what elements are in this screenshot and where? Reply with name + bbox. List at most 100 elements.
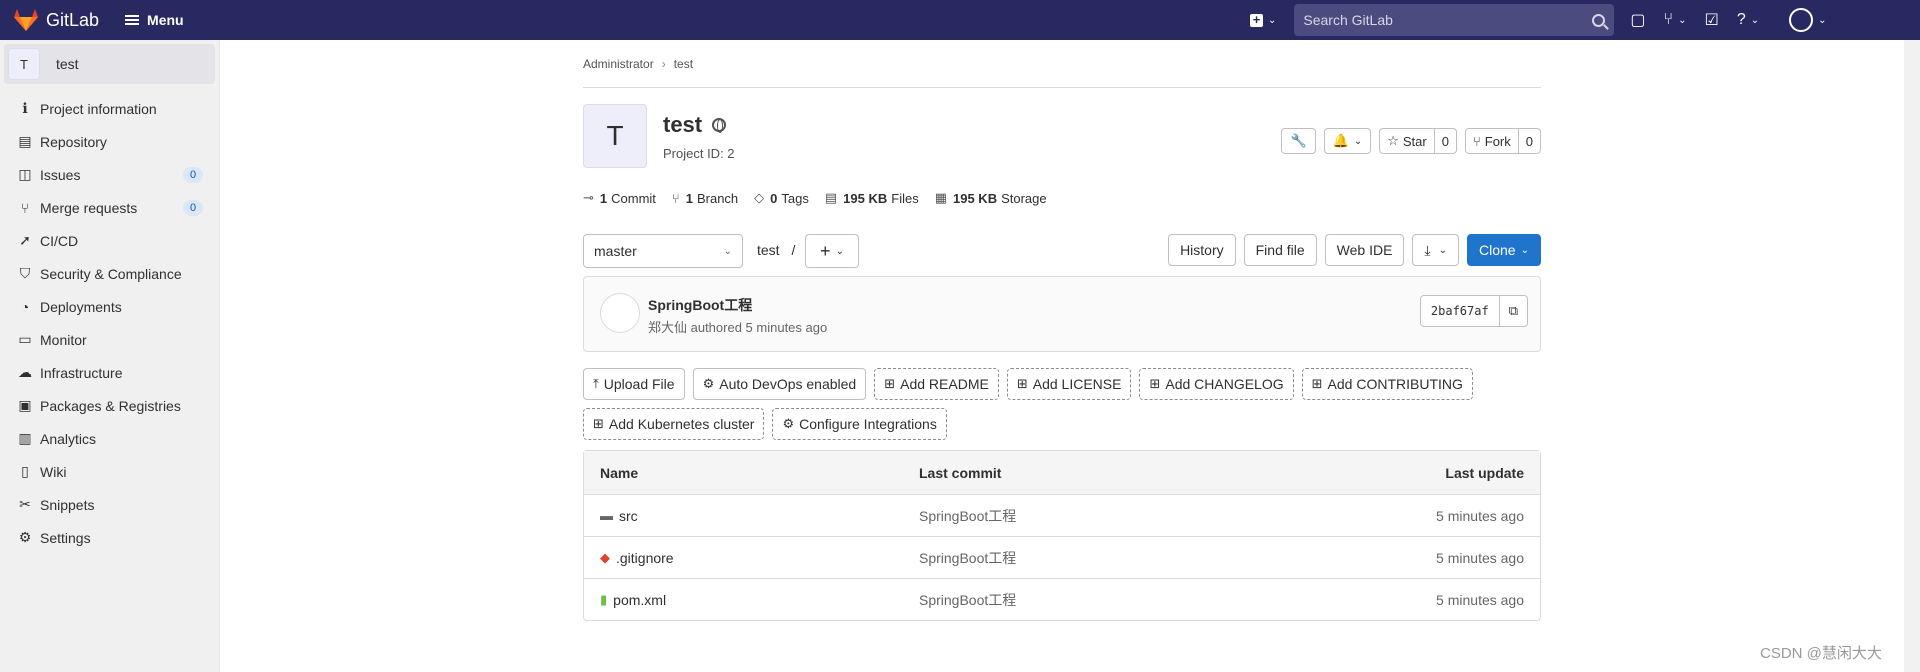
download-icon: ⤓ bbox=[1424, 241, 1431, 258]
find-file-button[interactable]: Find file bbox=[1243, 234, 1317, 266]
star-icon: ☆ bbox=[1387, 133, 1399, 148]
sidebar-item-security-compliance[interactable]: ⛉ Security & Compliance bbox=[0, 257, 219, 290]
table-row[interactable]: ◆ .gitignore SpringBoot工程 5 minutes ago bbox=[584, 536, 1540, 578]
stat-storage[interactable]: ▦ 195 KB Storage bbox=[935, 190, 1047, 206]
project-title: test bbox=[663, 112, 727, 138]
menu-button[interactable]: Menu bbox=[125, 12, 184, 28]
configure-integrations-button[interactable]: ⚙ Configure Integrations bbox=[772, 408, 947, 440]
stat-label: Storage bbox=[1001, 190, 1047, 206]
quick-action-label: Configure Integrations bbox=[799, 416, 937, 432]
add-readme-button[interactable]: ⊞ Add README bbox=[874, 368, 999, 400]
sidebar-item-infrastructure[interactable]: ☁ Infrastructure bbox=[0, 356, 219, 389]
file-icon: ▤ bbox=[824, 190, 838, 205]
issues-icon[interactable]: ▢ bbox=[1630, 10, 1645, 30]
plus-square-icon: + bbox=[1250, 13, 1263, 27]
count-badge: 0 bbox=[183, 200, 203, 216]
tree-controls: master ⌄ test / + ⌄ History Find file We… bbox=[583, 220, 1541, 276]
chevron-down-icon: ⌄ bbox=[835, 245, 844, 257]
web-ide-button[interactable]: Web IDE bbox=[1324, 234, 1405, 266]
search-icon bbox=[1592, 13, 1606, 27]
table-row[interactable]: ▮ pom.xml SpringBoot工程 5 minutes ago bbox=[584, 578, 1540, 620]
watermark: CSDN @慧闲大大 bbox=[1760, 645, 1882, 662]
file-name-link[interactable]: pom.xml bbox=[613, 592, 666, 608]
star-button[interactable]: ☆ Star bbox=[1380, 129, 1435, 153]
commit-title[interactable]: SpringBoot工程 bbox=[648, 295, 752, 315]
commit-icon: ⊸ bbox=[583, 190, 594, 205]
download-dropdown[interactable]: ⤓ ⌄ bbox=[1412, 234, 1460, 266]
upload-file-button[interactable]: ⤒ Upload File bbox=[583, 368, 685, 400]
plus-square-icon: ⊞ bbox=[1016, 376, 1028, 391]
breadcrumb-item-administrator[interactable]: Administrator bbox=[583, 57, 654, 71]
add-to-tree-dropdown[interactable]: + ⌄ bbox=[805, 234, 859, 268]
file-name-link[interactable]: .gitignore bbox=[616, 550, 674, 566]
stat-tags[interactable]: ◇ 0 Tags bbox=[754, 190, 809, 206]
breadcrumb-item-project[interactable]: test bbox=[674, 57, 693, 71]
fork-count[interactable]: 0 bbox=[1519, 129, 1540, 153]
path-root[interactable]: test bbox=[757, 242, 780, 258]
globe-icon bbox=[712, 118, 727, 133]
chevron-down-icon: ⌄ bbox=[723, 245, 732, 257]
sidebar-item-settings[interactable]: ⚙ Settings bbox=[0, 521, 219, 554]
todo-icon[interactable]: ☑ bbox=[1705, 10, 1719, 30]
repo-path: test / bbox=[757, 242, 795, 258]
fork-button[interactable]: ⑂ Fork bbox=[1466, 129, 1519, 153]
page-scrollbar[interactable] bbox=[1904, 40, 1920, 672]
rocket-icon: ➚ bbox=[19, 232, 31, 248]
sidebar-item-merge-requests[interactable]: ⑂ Merge requests 0 bbox=[0, 191, 219, 224]
stat-commit[interactable]: ⊸ 1 Commit bbox=[583, 190, 656, 206]
gitlab-home-link[interactable]: GitLab bbox=[14, 0, 99, 40]
quick-action-label: Add LICENSE bbox=[1032, 376, 1122, 392]
auto-devops-enabled-button[interactable]: ⚙ Auto DevOps enabled bbox=[692, 368, 867, 400]
add-changelog-button[interactable]: ⊞ Add CHANGELOG bbox=[1139, 368, 1294, 400]
project-settings-button[interactable]: 🔧 bbox=[1281, 128, 1316, 154]
user-avatar bbox=[1789, 8, 1814, 32]
main-content: Administrator › test T test Project ID: … bbox=[583, 40, 1541, 621]
monitor-icon: ▭ bbox=[18, 331, 32, 347]
sidebar-item-project-information[interactable]: ℹ Project information bbox=[0, 92, 219, 125]
copy-sha-button[interactable]: ⧉ bbox=[1500, 296, 1527, 326]
notifications-dropdown[interactable]: 🔔 ⌄ bbox=[1323, 128, 1372, 154]
stat-label: Tags bbox=[781, 190, 809, 206]
sidebar-item-monitor[interactable]: ▭ Monitor bbox=[0, 323, 219, 356]
sidebar-item-wiki[interactable]: ▯ Wiki bbox=[0, 455, 219, 488]
project-stats: ⊸ 1 Commit ⑂ 1 Branch ◇ 0 Tags ▤ 195 KB Files ▦ 195 K… bbox=[583, 180, 1541, 216]
history-button[interactable]: History bbox=[1168, 234, 1236, 266]
table-row[interactable]: ▬ src SpringBoot工程 5 minutes ago bbox=[584, 494, 1540, 536]
sidebar-item-packages-registries[interactable]: ▣ Packages & Registries bbox=[0, 389, 219, 422]
merge-requests-dropdown[interactable]: ⑂ ⌄ bbox=[1664, 11, 1687, 29]
file-last-commit-link[interactable]: SpringBoot工程 bbox=[919, 506, 1016, 526]
sidebar-item-analytics[interactable]: ▥ Analytics bbox=[0, 422, 219, 455]
add-license-button[interactable]: ⊞ Add LICENSE bbox=[1006, 368, 1132, 400]
new-dropdown[interactable]: + ⌄ bbox=[1250, 13, 1276, 27]
file-last-commit-link[interactable]: SpringBoot工程 bbox=[919, 590, 1016, 610]
add-kubernetes-cluster-button[interactable]: ⊞ Add Kubernetes cluster bbox=[583, 408, 765, 440]
sidebar-item-ci-cd[interactable]: ➚ CI/CD bbox=[0, 224, 219, 257]
branch-selector[interactable]: master ⌄ bbox=[583, 234, 743, 268]
sidebar-item-repository[interactable]: ▤ Repository bbox=[0, 125, 219, 158]
stat-branch[interactable]: ⑂ 1 Branch bbox=[672, 191, 738, 206]
add-contributing-button[interactable]: ⊞ Add CONTRIBUTING bbox=[1301, 368, 1473, 400]
sidebar-item-snippets[interactable]: ✂ Snippets bbox=[0, 488, 219, 521]
package-icon: ▣ bbox=[18, 397, 32, 413]
commit-author-avatar[interactable] bbox=[600, 293, 640, 333]
star-count[interactable]: 0 bbox=[1435, 129, 1456, 153]
help-dropdown[interactable]: ? ⌄ bbox=[1737, 11, 1759, 29]
sidebar-item-deployments[interactable]: ◔ Deployments bbox=[0, 290, 219, 323]
merge-icon: ⑂ bbox=[1663, 11, 1674, 28]
chevron-right-icon: › bbox=[661, 56, 666, 71]
search-input[interactable]: Search GitLab bbox=[1294, 4, 1615, 36]
quick-action-label: Add README bbox=[900, 376, 989, 392]
stat-value: 0 bbox=[770, 190, 778, 206]
clone-dropdown[interactable]: Clone ⌄ bbox=[1467, 234, 1541, 266]
file-last-commit-link[interactable]: SpringBoot工程 bbox=[919, 548, 1016, 568]
sidebar-project-context[interactable]: T test bbox=[4, 44, 215, 84]
file-name-link[interactable]: src bbox=[619, 508, 638, 524]
user-dropdown[interactable]: ⌄ bbox=[1777, 8, 1827, 32]
sidebar-item-label: Wiki bbox=[40, 463, 67, 480]
clone-label: Clone bbox=[1479, 242, 1516, 258]
stat-files[interactable]: ▤ 195 KB Files bbox=[825, 190, 919, 206]
project-id: Project ID: 2 bbox=[663, 146, 735, 161]
commit-sha[interactable]: 2baf67af bbox=[1421, 296, 1500, 326]
sidebar-item-label: Merge requests bbox=[40, 199, 138, 216]
sidebar-item-issues[interactable]: ◫ Issues 0 bbox=[0, 158, 219, 191]
